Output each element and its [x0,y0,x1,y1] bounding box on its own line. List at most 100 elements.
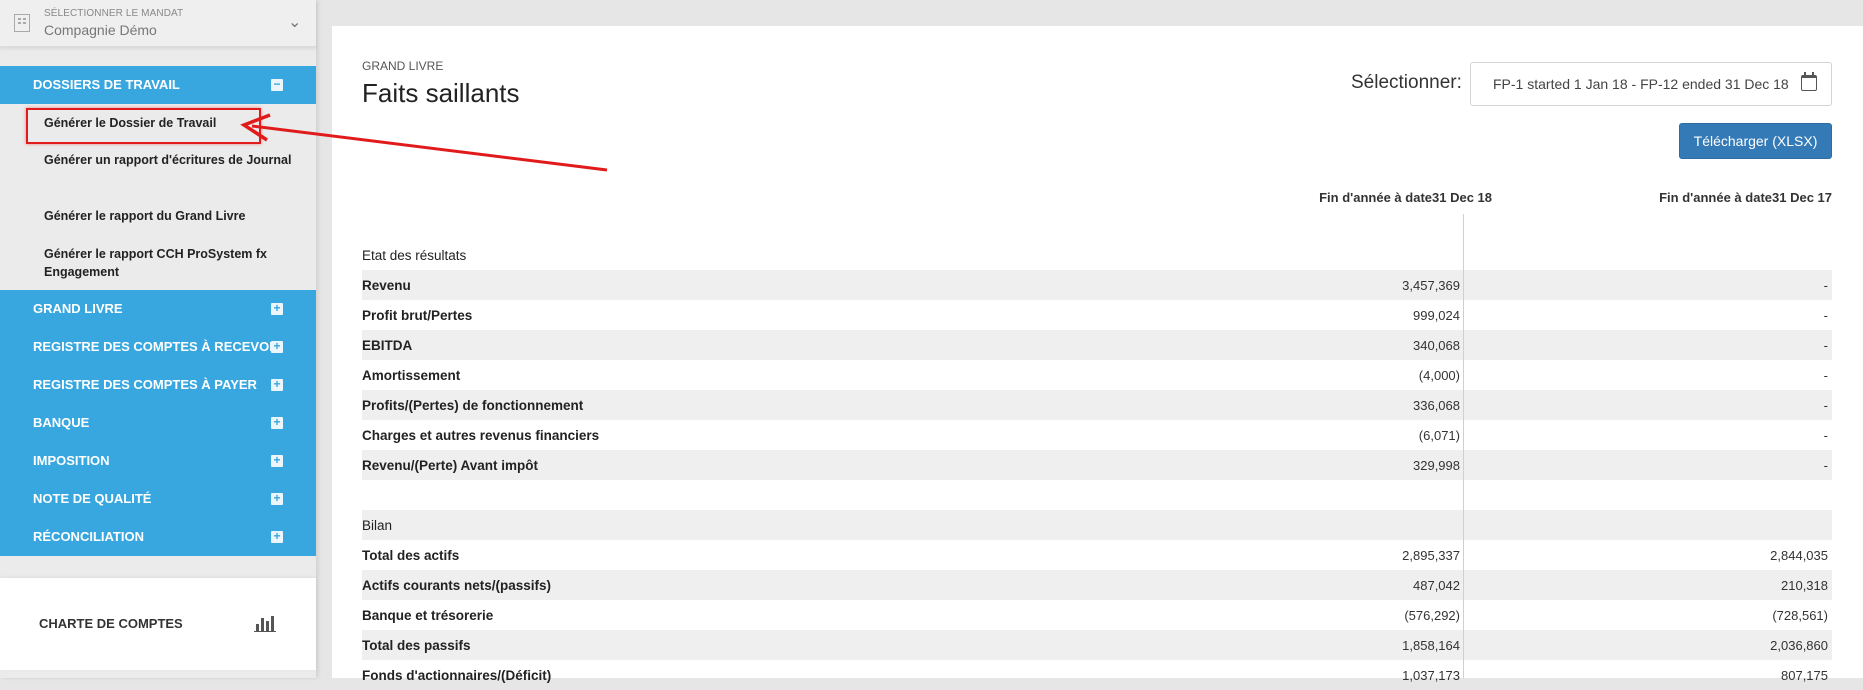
table-row: Banque et trésorerie (576,292) (728,561) [362,600,1832,630]
section-label: REGISTRE DES COMPTES À RECEVOIR [33,339,283,354]
table-row: Actifs courants nets/(passifs) 487,042 210… [362,570,1832,600]
row-label: Charges et autres revenus financiers [362,428,600,443]
breadcrumb: GRAND LIVRE [362,59,444,73]
expand-icon[interactable]: + [271,340,283,353]
table-row: Fonds d'actionnaires/(Déficit) 1,037,173 8… [362,660,1832,690]
row-value-2018: 487,042 [1413,578,1460,593]
period-picker[interactable]: FP-1 started 1 Jan 18 - FP-12 ended 31 D… [1470,62,1832,106]
row-label: Amortissement [362,368,461,383]
table-row: Profit brut/Pertes 999,024 - [362,300,1832,330]
row-value-2017: - [1823,428,1828,443]
row-value-2018: 1,858,164 [1402,638,1460,653]
row-label: Revenu/(Perte) Avant impôt [362,458,539,473]
row-value-2017: 807,175 [1781,668,1828,683]
section-banque[interactable]: BANQUE + [0,404,316,442]
table-row: Amortissement (4,000) - [362,360,1832,390]
mandate-caption: SÉLECTIONNER LE MANDAT [44,8,184,19]
row-value-2017: - [1823,368,1828,383]
table-row: Profits/(Pertes) de fonctionnement 336,06… [362,390,1832,420]
highlight-box [26,108,261,144]
row-label: EBITDA [362,338,413,353]
table-row: Total des passifs 1,858,164 2,036,860 [362,630,1832,660]
section-comptes-recevoir[interactable]: REGISTRE DES COMPTES À RECEVOIR + [0,328,316,366]
section-label: BANQUE [33,415,90,430]
row-value-2018: 3,457,369 [1402,278,1460,293]
row-value-2018: (6,071) [1418,428,1460,443]
row-label: Total des actifs [362,548,460,563]
row-value-2018: 336,068 [1413,398,1460,413]
building-icon [14,14,30,32]
row-value-2017: - [1823,458,1828,473]
table-row: Charges et autres revenus financiers (6,0… [362,420,1832,450]
section-label: DOSSIERS DE TRAVAIL [33,77,180,92]
section-imposition[interactable]: IMPOSITION + [0,442,316,480]
section-label: GRAND LIVRE [33,301,123,316]
section-dossiers-de-travail[interactable]: DOSSIERS DE TRAVAIL − [0,66,316,104]
row-value-2017: - [1823,278,1828,293]
column-header-2018: Fin d'année à date31 Dec 18 [1319,190,1492,205]
row-value-2018: (576,292) [1404,608,1460,623]
table-row: Revenu 3,457,369 - [362,270,1832,300]
expand-icon[interactable]: + [271,416,283,429]
row-label: Total des passifs [362,638,471,653]
section-label: IMPOSITION [33,453,110,468]
row-value-2017: 210,318 [1781,578,1828,593]
section-note-qualite[interactable]: NOTE DE QUALITÉ + [0,480,316,518]
row-value-2017: - [1823,308,1828,323]
row-label: Banque et trésorerie [362,608,494,623]
sub-item-cch-report[interactable]: Générer le rapport CCH ProSystem fx Enga… [44,245,294,281]
chart-of-accounts-label: CHARTE DE COMPTES [39,616,183,631]
mandate-selector[interactable]: SÉLECTIONNER LE MANDAT Compagnie Démo ⌄ [0,0,316,47]
section-reconciliation[interactable]: RÉCONCILIATION + [0,518,316,556]
row-value-2018: 340,068 [1413,338,1460,353]
column-header-2017: Fin d'année à date31 Dec 17 [1659,190,1832,205]
row-value-2018: 999,024 [1413,308,1460,323]
row-value-2018: (4,000) [1418,368,1460,383]
row-value-2018: 329,998 [1413,458,1460,473]
calendar-icon[interactable] [1801,72,1817,91]
row-value-2017: - [1823,338,1828,353]
table-row: Revenu/(Perte) Avant impôt 329,998 - [362,450,1832,480]
page-title: Faits saillants [362,78,520,108]
column-divider [1463,214,1464,678]
row-value-2017: - [1823,398,1828,413]
chevron-down-icon[interactable]: ⌄ [288,12,301,32]
sub-item-journal-report[interactable]: Générer un rapport d'écritures de Journa… [44,151,294,169]
row-value-2017: 2,844,035 [1770,548,1828,563]
row-value-2018: 1,037,173 [1402,668,1460,683]
period-select-label: Sélectionner: [1351,72,1462,93]
section-label: NOTE DE QUALITÉ [33,491,152,506]
section-comptes-payer[interactable]: REGISTRE DES COMPTES À PAYER + [0,366,316,404]
row-value-2017: 2,036,860 [1770,638,1828,653]
bar-chart-icon[interactable] [254,614,276,632]
sidebar: SÉLECTIONNER LE MANDAT Compagnie Démo ⌄ … [0,0,316,678]
table-row: Etat des résultats [362,240,1832,270]
section-label: RÉCONCILIATION [33,529,144,544]
row-value-2017: (728,561) [1772,608,1828,623]
sub-item-ledger-report[interactable]: Générer le rapport du Grand Livre [44,207,294,225]
section-label: REGISTRE DES COMPTES À PAYER [33,377,257,392]
row-label: Profits/(Pertes) de fonctionnement [362,398,584,413]
expand-icon[interactable]: + [271,530,283,543]
download-xlsx-button[interactable]: Télécharger (XLSX) [1679,123,1832,159]
row-label: Bilan [362,518,393,533]
expand-icon[interactable]: + [271,302,283,315]
row-label: Etat des résultats [362,248,467,263]
expand-icon[interactable]: + [271,378,283,391]
table-row: EBITDA 340,068 - [362,330,1832,360]
row-label: Actifs courants nets/(passifs) [362,578,552,593]
chart-of-accounts-card[interactable]: CHARTE DE COMPTES [0,578,316,670]
row-label: Profit brut/Pertes [362,308,473,323]
period-value: FP-1 started 1 Jan 18 - FP-12 ended 31 D… [1493,76,1789,92]
collapse-icon[interactable]: − [271,78,283,91]
row-label: Fonds d'actionnaires/(Déficit) [362,668,552,683]
table-row [362,480,1832,510]
mandate-name: Compagnie Démo [44,22,157,38]
table-row: Bilan [362,510,1832,540]
expand-icon[interactable]: + [271,492,283,505]
row-label: Revenu [362,278,411,293]
main-panel: GRAND LIVRE Faits saillants Sélectionner… [332,26,1863,683]
section-grand-livre[interactable]: GRAND LIVRE + [0,290,316,328]
table-row: Total des actifs 2,895,337 2,844,035 [362,540,1832,570]
expand-icon[interactable]: + [271,454,283,467]
